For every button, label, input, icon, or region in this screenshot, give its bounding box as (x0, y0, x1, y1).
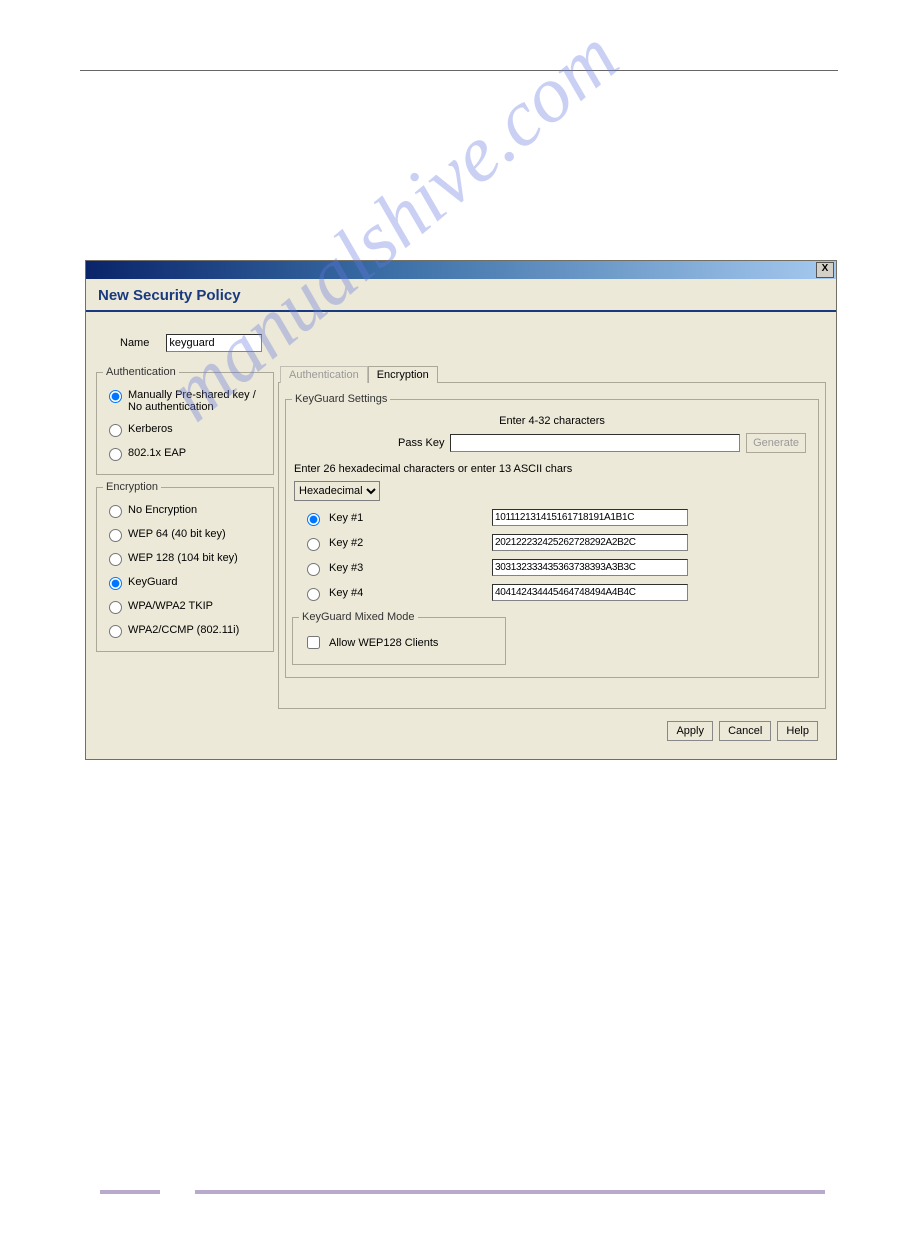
encryption-group: Encryption No Encryption WEP 64 (40 bit … (96, 481, 274, 652)
keyguard-mixed-group: KeyGuard Mixed Mode Allow WEP128 Clients (292, 611, 506, 665)
passkey-instruction: Enter 4-32 characters (292, 411, 812, 429)
enc-none-label: No Encryption (128, 504, 197, 516)
enc-wep64-radio[interactable] (109, 529, 122, 542)
key4-label: Key #4 (329, 587, 363, 599)
key2-radio[interactable] (307, 538, 320, 551)
key2-input[interactable] (492, 534, 688, 551)
encryption-legend: Encryption (103, 481, 161, 493)
key3-radio[interactable] (307, 563, 320, 576)
tab-authentication[interactable]: Authentication (280, 366, 368, 383)
enc-keyguard-radio[interactable] (109, 577, 122, 590)
keyguard-settings-legend: KeyGuard Settings (292, 393, 390, 405)
auth-eap-label: 802.1x EAP (128, 447, 186, 459)
enc-wpa-tkip-radio[interactable] (109, 601, 122, 614)
enc-keyguard-label: KeyGuard (128, 576, 178, 588)
key1-radio[interactable] (307, 513, 320, 526)
key3-input[interactable] (492, 559, 688, 576)
cancel-button[interactable]: Cancel (719, 721, 771, 741)
tab-encryption[interactable]: Encryption (368, 366, 438, 383)
allow-wep128-label: Allow WEP128 Clients (329, 637, 438, 649)
keyguard-settings-group: KeyGuard Settings Enter 4-32 characters … (285, 393, 819, 678)
authentication-legend: Authentication (103, 366, 179, 378)
footer-rule-right (195, 1190, 825, 1194)
format-select[interactable]: Hexadecimal (294, 481, 380, 501)
enc-wep128-label: WEP 128 (104 bit key) (128, 552, 238, 564)
enc-wpa2-ccmp-label: WPA2/CCMP (802.11i) (128, 624, 239, 636)
key1-input[interactable] (492, 509, 688, 526)
key2-label: Key #2 (329, 537, 363, 549)
key4-radio[interactable] (307, 588, 320, 601)
auth-preshared-radio[interactable] (109, 390, 122, 403)
dialog-content: Name Authentication Manually Pre-shared … (86, 312, 836, 759)
auth-preshared-label: Manually Pre-shared key / No authenticat… (128, 389, 265, 413)
footer-rule-left (100, 1190, 160, 1194)
enc-none-radio[interactable] (109, 505, 122, 518)
hex-note: Enter 26 hexadecimal characters or enter… (292, 461, 812, 481)
apply-button[interactable]: Apply (667, 721, 713, 741)
passkey-label: Pass Key (298, 437, 444, 449)
name-label: Name (120, 337, 149, 349)
dialog-window: X New Security Policy Name Authenticatio… (85, 260, 837, 760)
key3-label: Key #3 (329, 562, 363, 574)
key4-input[interactable] (492, 584, 688, 601)
keyguard-mixed-legend: KeyGuard Mixed Mode (299, 611, 418, 623)
footer-buttons: Apply Cancel Help (96, 715, 826, 749)
enc-wep64-label: WEP 64 (40 bit key) (128, 528, 226, 540)
close-icon[interactable]: X (816, 262, 834, 278)
allow-wep128-checkbox[interactable] (307, 636, 320, 649)
authentication-group: Authentication Manually Pre-shared key /… (96, 366, 274, 475)
auth-kerberos-radio[interactable] (109, 424, 122, 437)
enc-wpa-tkip-label: WPA/WPA2 TKIP (128, 600, 213, 612)
auth-eap-radio[interactable] (109, 448, 122, 461)
auth-kerberos-label: Kerberos (128, 423, 173, 435)
passkey-input[interactable] (450, 434, 740, 452)
right-tabs: Authentication Encryption (280, 366, 826, 383)
help-button[interactable]: Help (777, 721, 818, 741)
page-rule (80, 70, 838, 71)
generate-button[interactable]: Generate (746, 433, 806, 453)
name-row: Name (96, 322, 826, 366)
right-panel: KeyGuard Settings Enter 4-32 characters … (278, 382, 826, 709)
titlebar: X (86, 261, 836, 279)
enc-wep128-radio[interactable] (109, 553, 122, 566)
enc-wpa2-ccmp-radio[interactable] (109, 625, 122, 638)
dialog-title: New Security Policy (86, 279, 836, 312)
name-input[interactable] (166, 334, 262, 352)
key1-label: Key #1 (329, 512, 363, 524)
